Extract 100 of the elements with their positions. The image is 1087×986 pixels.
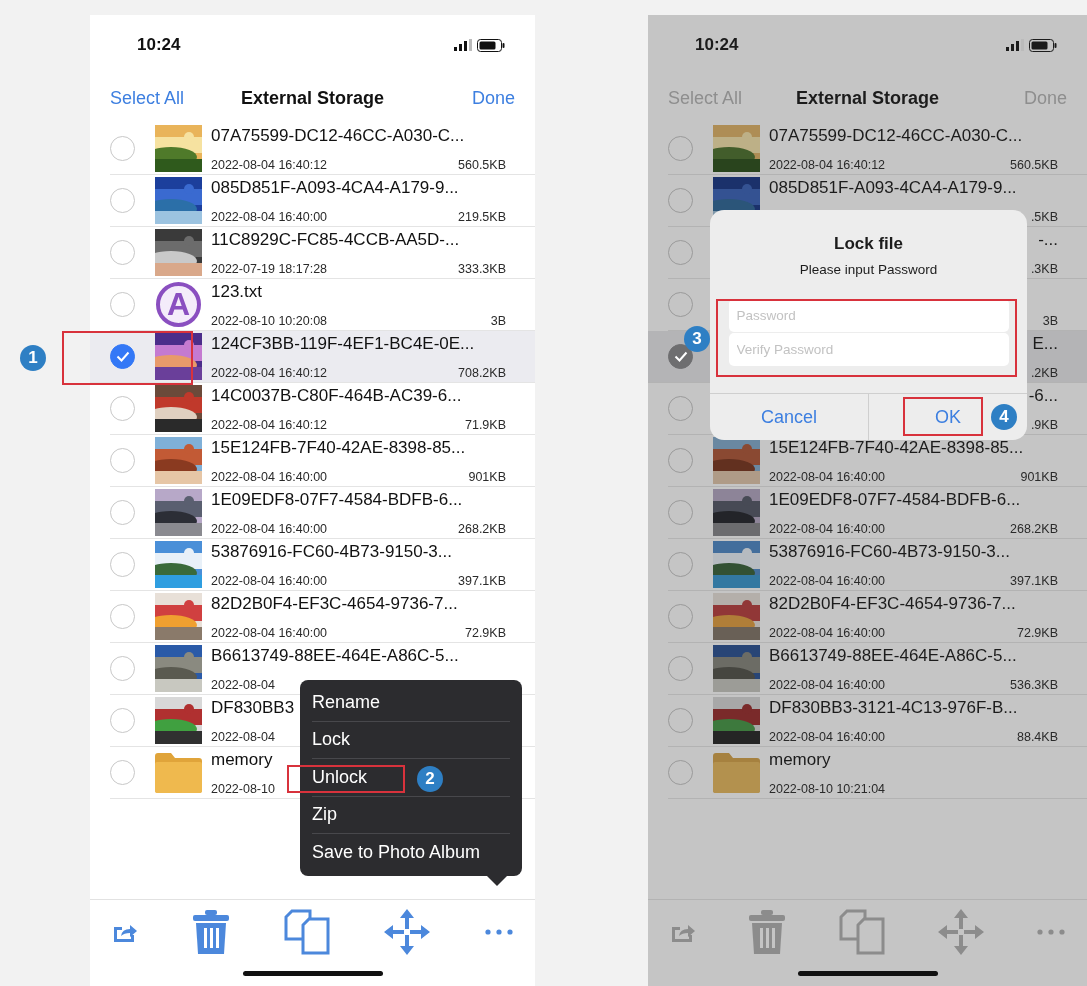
menu-item[interactable]: Zip xyxy=(312,796,510,834)
file-date: 2022-08-10 xyxy=(211,781,275,796)
menu-item[interactable]: Rename xyxy=(312,684,510,722)
file-size: 268.2KB xyxy=(1010,520,1058,537)
password-field[interactable]: Password xyxy=(728,299,1009,332)
file-row[interactable]: 15E124FB-7F40-42AE-8398-85... 2022-08-04 16:40:00 901KB xyxy=(110,435,535,487)
file-name: 07A75599-DC12-46CC-A030-C... xyxy=(211,125,465,145)
folder-icon xyxy=(713,752,760,793)
file-row[interactable]: 11C8929C-FC85-4CCB-AA5D-... 2022-07-19 18:17:28 333.3KB xyxy=(110,227,535,279)
file-row[interactable]: 14C0037B-C80F-464B-AC39-6... 2022-08-04 16:40:12 71.9KB xyxy=(110,383,535,435)
file-row[interactable]: 53876916-FC60-4B73-9150-3... 2022-08-04 16:40:00 397.1KB xyxy=(668,539,1087,591)
screen-title: External Storage xyxy=(795,87,940,109)
file-size: 3B xyxy=(1042,312,1058,329)
file-size: 901KB xyxy=(468,468,506,485)
folder-icon xyxy=(155,752,202,793)
copy-icon[interactable] xyxy=(283,909,330,955)
more-icon[interactable] xyxy=(1037,929,1065,935)
file-name: 15E124FB-7F40-42AE-8398-85... xyxy=(769,437,1024,457)
checkmark-icon xyxy=(673,351,688,362)
status-time: 10:24 xyxy=(695,35,739,55)
file-size: 3B xyxy=(490,312,506,329)
file-date: 2022-08-04 16:40:00 xyxy=(211,209,328,224)
file-name: 124CF3BB-119F-4EF1-BC4E-0E... xyxy=(211,333,475,353)
file-date: 2022-08-04 16:40:00 xyxy=(769,729,886,744)
step-number-badge: 1 xyxy=(20,345,46,371)
select-checkbox[interactable] xyxy=(110,344,135,369)
signal-icon xyxy=(1006,39,1024,51)
move-icon[interactable] xyxy=(937,909,984,955)
more-icon[interactable] xyxy=(485,929,513,935)
select-all-button[interactable]: Select All xyxy=(110,87,185,109)
file-date: 2022-08-04 16:40:00 xyxy=(769,469,886,484)
file-size: 268.2KB xyxy=(458,520,506,537)
file-date: 2022-08-04 16:40:00 xyxy=(769,573,886,588)
file-size: 536.3KB xyxy=(1010,676,1058,693)
file-size: .2KB xyxy=(1030,364,1058,381)
file-name: E... xyxy=(1032,333,1058,353)
file-date: 2022-08-04 16:40:00 xyxy=(211,521,328,536)
file-row[interactable]: B6613749-88EE-464E-A86C-5... 2022-08-04 16:40:00 536.3KB xyxy=(668,643,1087,695)
signal-icon xyxy=(454,39,472,51)
file-date: 2022-08-04 16:40:12 xyxy=(211,365,328,380)
password-field[interactable]: Verify Password xyxy=(728,333,1009,366)
file-size: 219.5KB xyxy=(458,208,506,225)
file-size: 333.3KB xyxy=(458,260,506,277)
file-date: 2022-07-19 18:17:28 xyxy=(211,261,328,276)
file-row[interactable]: 124CF3BB-119F-4EF1-BC4E-0E... 2022-08-04 16:40:12 708.2KB xyxy=(90,331,535,383)
file-name: DF830BB3 xyxy=(211,697,295,717)
file-name: -... xyxy=(1038,229,1058,249)
file-name: 123.txt xyxy=(211,281,263,301)
file-size: 560.5KB xyxy=(1010,156,1058,173)
file-name: 085D851F-A093-4CA4-A179-9... xyxy=(211,177,459,197)
file-row[interactable]: 53876916-FC60-4B73-9150-3... 2022-08-04 16:40:00 397.1KB xyxy=(110,539,535,591)
dialog-title: Lock file xyxy=(834,234,903,254)
file-date: 2022-08-04 16:40:00 xyxy=(769,625,886,640)
battery-icon xyxy=(477,38,505,52)
file-name: memory xyxy=(769,749,831,769)
file-date: 2022-08-04 16:40:00 xyxy=(769,677,886,692)
screen-title: External Storage xyxy=(240,87,385,109)
checkmark-icon xyxy=(115,351,130,362)
file-size: .3KB xyxy=(1030,260,1058,277)
done-button[interactable]: Done xyxy=(471,87,515,109)
move-icon[interactable] xyxy=(384,909,431,955)
file-date: 2022-08-04 16:40:00 xyxy=(211,625,328,640)
file-name: DF830BB3-3121-4C13-976F-B... xyxy=(769,697,1018,717)
file-row[interactable]: memory 2022-08-10 10:21:04 xyxy=(668,747,1087,799)
battery-icon xyxy=(1029,38,1057,52)
file-size: .5KB xyxy=(1030,208,1058,225)
file-name: 1E09EDF8-07F7-4584-BDFB-6... xyxy=(211,489,463,509)
file-name: 53876916-FC60-4B73-9150-3... xyxy=(211,541,452,561)
file-date: 2022-08-04 16:40:12 xyxy=(769,157,886,172)
menu-item[interactable]: Lock xyxy=(312,721,510,759)
app-icon: A xyxy=(156,282,201,327)
file-row[interactable]: 07A75599-DC12-46CC-A030-C... 2022-08-04 16:40:12 560.5KB xyxy=(668,123,1087,175)
file-name: 11C8929C-FC85-4CCB-AA5D-... xyxy=(211,229,460,249)
file-row[interactable]: 1E09EDF8-07F7-4584-BDFB-6... 2022-08-04 16:40:00 268.2KB xyxy=(668,487,1087,539)
trash-icon[interactable] xyxy=(749,910,786,954)
select-checkbox[interactable] xyxy=(668,344,693,369)
file-row[interactable]: 07A75599-DC12-46CC-A030-C... 2022-08-04 16:40:12 560.5KB xyxy=(110,123,535,175)
file-row[interactable]: DF830BB3-3121-4C13-976F-B... 2022-08-04 16:40:00 88.4KB xyxy=(668,695,1087,747)
file-date: 2022-08-04 16:40:00 xyxy=(211,573,328,588)
file-name: 1E09EDF8-07F7-4584-BDFB-6... xyxy=(769,489,1021,509)
copy-icon[interactable] xyxy=(838,909,885,955)
file-row[interactable]: 82D2B0F4-EF3C-4654-9736-7... 2022-08-04 16:40:00 72.9KB xyxy=(668,591,1087,643)
file-size: 397.1KB xyxy=(458,572,506,589)
file-row[interactable]: 1E09EDF8-07F7-4584-BDFB-6... 2022-08-04 16:40:00 268.2KB xyxy=(110,487,535,539)
file-size: 901KB xyxy=(1020,468,1058,485)
file-name: 53876916-FC60-4B73-9150-3... xyxy=(769,541,1010,561)
file-name: 82D2B0F4-EF3C-4654-9736-7... xyxy=(769,593,1016,613)
file-name: memory xyxy=(211,749,273,769)
trash-icon[interactable] xyxy=(192,910,229,954)
file-size: 708.2KB xyxy=(458,364,506,381)
file-size: 72.9KB xyxy=(465,624,506,641)
file-size: 397.1KB xyxy=(1010,572,1058,589)
file-size: 71.9KB xyxy=(465,416,506,433)
file-size: .9KB xyxy=(1030,416,1058,433)
file-date: 2022-08-10 10:20:08 xyxy=(211,313,328,328)
file-row[interactable]: 82D2B0F4-EF3C-4654-9736-7... 2022-08-04 16:40:00 72.9KB xyxy=(110,591,535,643)
status-time: 10:24 xyxy=(137,35,181,55)
menu-item[interactable]: Save to Photo Album xyxy=(312,834,510,872)
file-date: 2022-08-04 16:40:12 xyxy=(211,157,328,172)
file-row[interactable]: 085D851F-A093-4CA4-A179-9... 2022-08-04 16:40:00 219.5KB xyxy=(110,175,535,227)
